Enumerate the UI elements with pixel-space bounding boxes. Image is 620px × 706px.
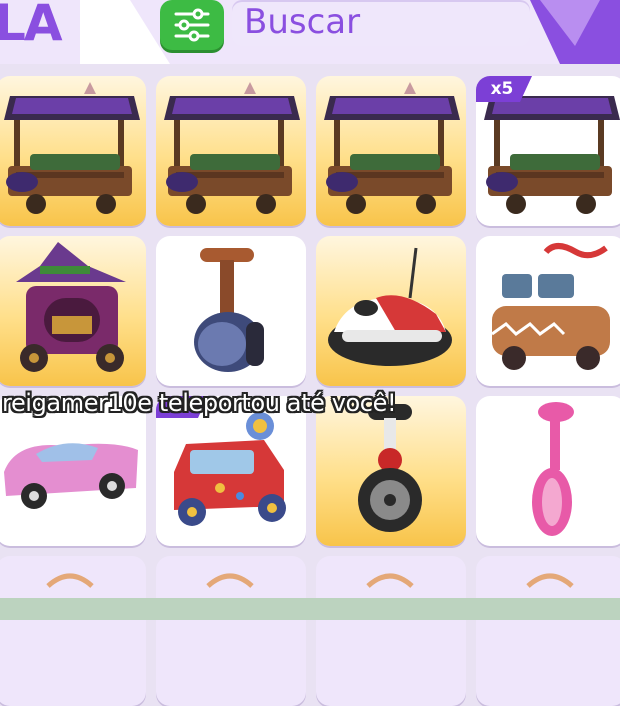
pink-unicycle-icon bbox=[532, 402, 574, 536]
cart-icon bbox=[164, 82, 300, 214]
item-icon bbox=[206, 573, 254, 588]
search-placeholder: Buscar bbox=[244, 2, 361, 42]
inventory-tile-gingerbread-van[interactable] bbox=[476, 236, 620, 386]
cart-icon bbox=[4, 82, 140, 214]
inventory-tile-cart[interactable] bbox=[0, 76, 146, 226]
item-icon bbox=[46, 573, 94, 588]
cart-icon bbox=[324, 82, 460, 214]
inventory-tile-partial[interactable] bbox=[156, 556, 306, 706]
inventory-tile-carriage[interactable] bbox=[0, 236, 146, 386]
inventory-tile-cart[interactable] bbox=[316, 76, 466, 226]
inventory-tile-segway[interactable] bbox=[156, 236, 306, 386]
segway-icon bbox=[194, 248, 264, 372]
inventory-tile-partial[interactable] bbox=[476, 556, 620, 706]
sliders-icon bbox=[174, 8, 210, 42]
inventory-tile-partial[interactable] bbox=[0, 556, 146, 706]
filter-button[interactable] bbox=[160, 0, 224, 50]
world-background-strip bbox=[0, 598, 620, 620]
inventory-tile-pink-unicycle[interactable] bbox=[476, 396, 620, 546]
inventory-tile-bumper-car[interactable] bbox=[316, 236, 466, 386]
witch-carriage-icon bbox=[16, 242, 126, 372]
bumper-car-icon bbox=[328, 247, 452, 366]
item-icon bbox=[366, 573, 414, 588]
gingerbread-van-icon bbox=[491, 243, 610, 370]
inventory-tile-partial[interactable] bbox=[316, 556, 466, 706]
inventory-tile-cart[interactable] bbox=[156, 76, 306, 226]
count-badge: x5 bbox=[490, 79, 514, 99]
item-icon bbox=[526, 573, 574, 588]
teleport-notification: reigamer10e teleportou até você! bbox=[2, 389, 397, 417]
inventory-tile-cart[interactable]: x5 bbox=[476, 76, 620, 226]
page-title: LA bbox=[0, 0, 63, 52]
